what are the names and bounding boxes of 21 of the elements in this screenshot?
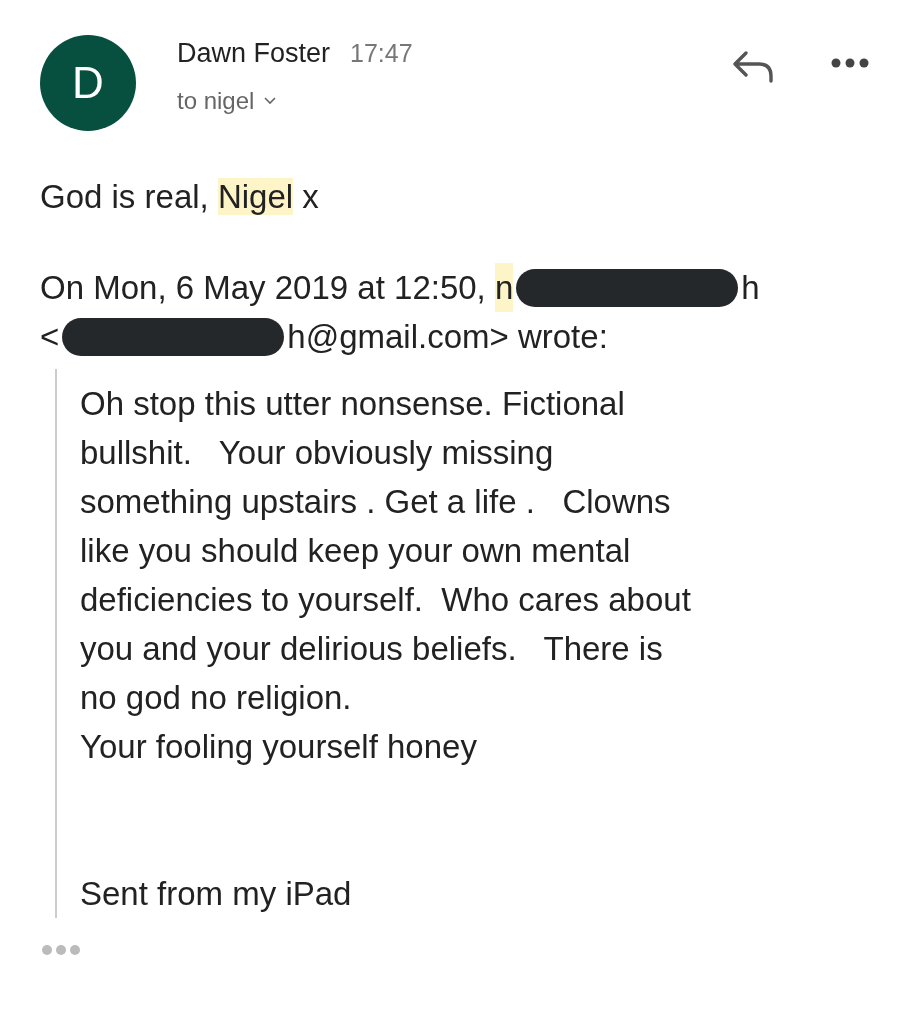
avatar-circle: D (40, 35, 136, 131)
sent-time: 17:47 (350, 39, 413, 68)
more-options-button[interactable] (830, 57, 870, 69)
attribution-text: h@gmail.com> wrote: (287, 317, 608, 357)
attribution-text: n (494, 263, 514, 312)
quoted-text-line: something upstairs . Get a life . Clowns (80, 482, 672, 522)
quoted-text-line: you and your delirious beliefs. There is (80, 629, 664, 669)
quoted-text-line: like you should keep your own mental (80, 531, 632, 571)
message-text: God is real, Nigel x (40, 177, 320, 217)
chevron-down-icon (264, 97, 277, 105)
attribution-text: h (741, 268, 760, 308)
signature-text: Sent from my iPad (80, 874, 353, 914)
attribution-text: On Mon, 6 May 2019 at 12:50, (40, 268, 487, 308)
quoted-text-line: bullshit. Your obviously missing (80, 433, 555, 473)
quoted-text-line: Your fooling yourself honey (80, 727, 478, 767)
quoted-text-line: Oh stop this utter nonsense. Fictional (80, 384, 626, 424)
attribution-text: < (40, 317, 60, 357)
quoted-text-line: no god no religion. (80, 678, 353, 718)
recipient-toggle[interactable]: to nigel (177, 87, 277, 115)
sender-name: Dawn Foster (177, 38, 331, 69)
quoted-text-line: deficiencies to yourself. Who cares about (80, 580, 692, 620)
